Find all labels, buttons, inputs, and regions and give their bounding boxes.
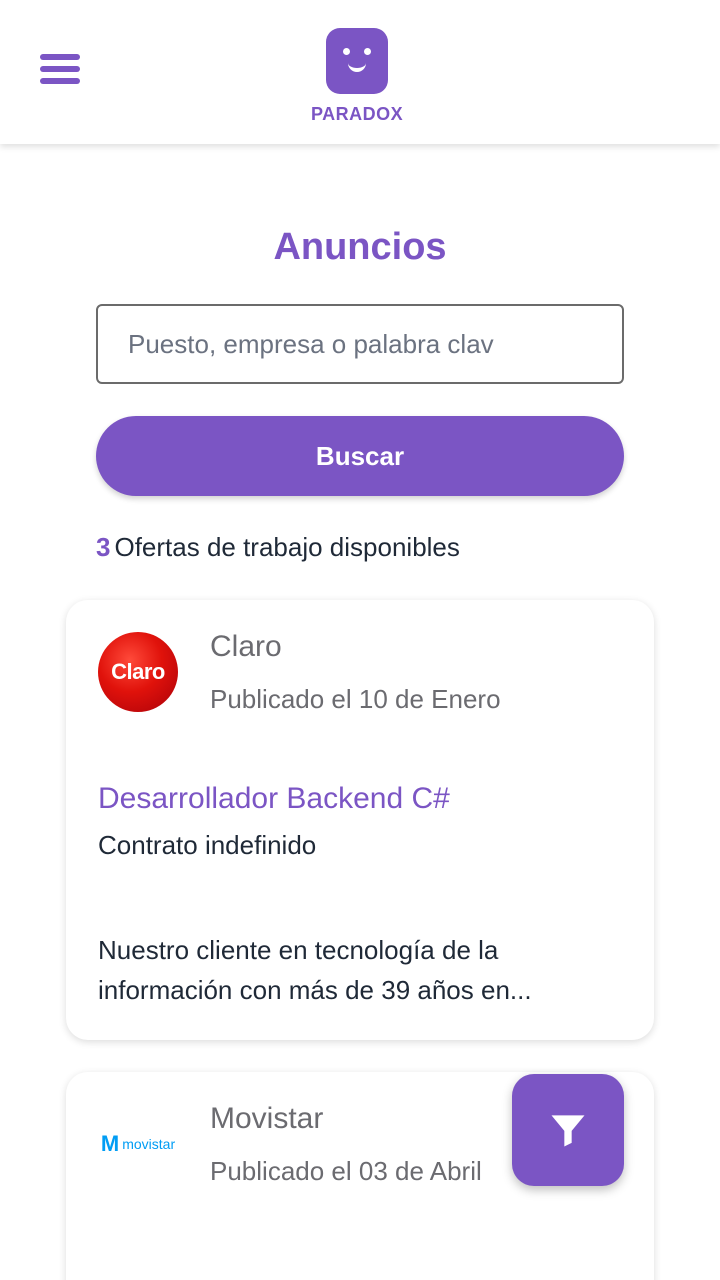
results-count-number: 3 xyxy=(96,532,111,562)
filter-icon xyxy=(551,1115,585,1147)
paradox-logo[interactable]: PARADOX xyxy=(311,28,403,125)
job-card[interactable]: Claro Claro Publicado el 10 de Enero Des… xyxy=(66,600,654,1040)
search-button[interactable]: Buscar xyxy=(96,416,624,496)
brand-name: PARADOX xyxy=(311,104,404,124)
job-title[interactable]: Desarrollador Backend C# xyxy=(98,782,450,816)
app-header: PARADOX xyxy=(0,0,720,144)
page-title: Anuncios xyxy=(273,226,447,268)
company-name: Movistar xyxy=(210,1102,324,1135)
published-date: Publicado el 03 de Abril xyxy=(210,1156,482,1186)
search-input[interactable] xyxy=(96,304,624,384)
logo-face-icon xyxy=(326,28,388,94)
company-name: Claro xyxy=(210,630,282,663)
hamburger-menu-icon[interactable] xyxy=(40,54,80,90)
contract-type: Contrato indefinido xyxy=(98,830,317,860)
results-count-label: Ofertas de trabajo disponibles xyxy=(114,532,460,562)
results-count: 3 Ofertas de trabajo disponibles xyxy=(96,532,460,563)
movistar-logo: Mmovistar xyxy=(100,1131,176,1156)
claro-logo: Claro xyxy=(98,632,178,712)
filter-button[interactable] xyxy=(512,1074,624,1186)
published-date: Publicado el 10 de Enero xyxy=(210,684,501,714)
job-description: Nuestro cliente en tecnología de la info… xyxy=(98,935,532,1005)
